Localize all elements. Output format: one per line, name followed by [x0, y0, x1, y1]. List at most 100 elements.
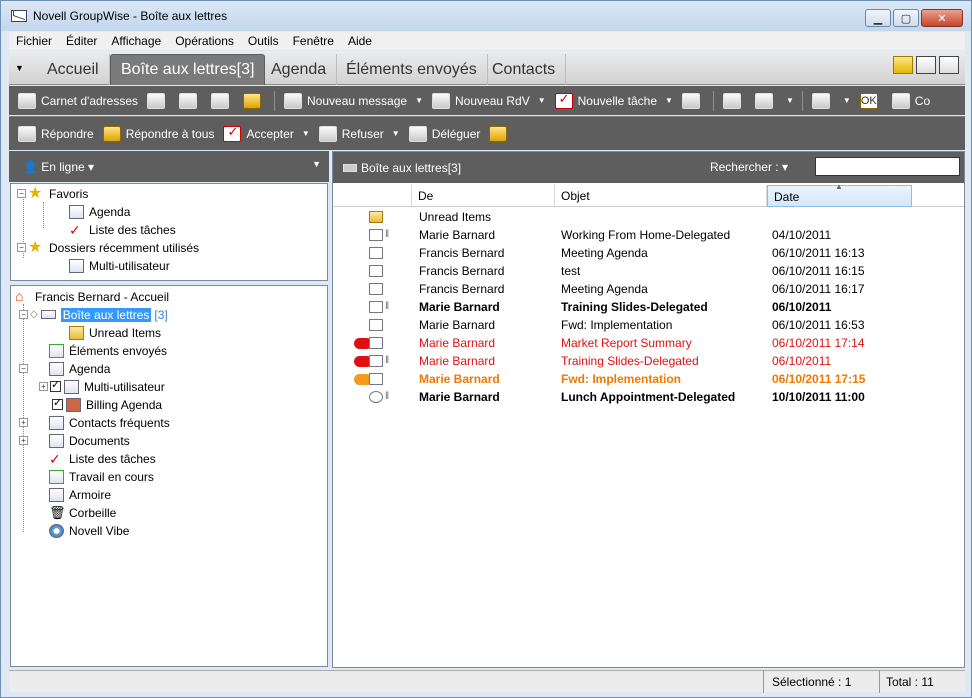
- co-button[interactable]: Co: [891, 92, 930, 109]
- menu-fenetre[interactable]: Fenêtre: [286, 34, 341, 48]
- favorite-agenda[interactable]: Agenda: [69, 203, 130, 220]
- new-window-icon[interactable]: [893, 56, 913, 74]
- find-button[interactable]: [211, 92, 234, 109]
- favorite-tasks[interactable]: ✓ Liste des tâches: [69, 221, 176, 238]
- collapse-icon[interactable]: −: [17, 243, 26, 252]
- work-in-progress-folder[interactable]: Travail en cours: [49, 468, 154, 485]
- table-row[interactable]: Marie Barnard Fwd: Implementation 06/10/20…: [333, 316, 964, 334]
- menu-outils[interactable]: Outils: [241, 34, 286, 48]
- table-row[interactable]: Francis Bernard Meeting Agenda 06/10/2011 …: [333, 244, 964, 262]
- tab-dropdown-icon[interactable]: ▼: [15, 63, 24, 73]
- home-folder[interactable]: ⌂ Francis Bernard - Accueil: [15, 288, 169, 305]
- mailbox-title: Boîte aux lettres[3]: [361, 160, 462, 175]
- recent-multi-user[interactable]: Multi-utilisateur: [69, 257, 170, 274]
- menu-aide[interactable]: Aide: [341, 34, 379, 48]
- ok-button[interactable]: OK: [859, 92, 883, 109]
- unread-items-folder[interactable]: Unread Items: [69, 324, 161, 341]
- maximize-button[interactable]: ▢: [893, 9, 919, 27]
- cabinet-folder[interactable]: Armoire: [49, 486, 111, 503]
- proxy-button[interactable]: [243, 92, 266, 109]
- table-row[interactable]: ǁ Marie Barnard Working From Home-Delegate…: [333, 226, 964, 244]
- row-from: Unread Items: [419, 210, 492, 224]
- table-row[interactable]: Francis Bernard Meeting Agenda 06/10/2011 …: [333, 280, 964, 298]
- search-input[interactable]: [815, 157, 960, 176]
- novell-vibe-folder[interactable]: Novell Vibe: [49, 522, 129, 539]
- tab-elements-envoyes[interactable]: Éléments envoyés: [336, 54, 488, 85]
- accept-button[interactable]: Accepter ▼: [223, 124, 310, 142]
- menu-affichage[interactable]: Affichage: [104, 34, 168, 48]
- reply-button[interactable]: Répondre: [18, 125, 94, 142]
- billing-checkbox[interactable]: [52, 396, 63, 410]
- column-from[interactable]: De: [412, 185, 555, 207]
- table-row[interactable]: Unread Items: [333, 208, 964, 226]
- table-row[interactable]: Marie Barnard Fwd: Implementation 06/10/20…: [333, 370, 964, 388]
- table-row[interactable]: Marie Barnard Market Report Summary 06/10/…: [333, 334, 964, 352]
- task-list-folder[interactable]: ✓ Liste des tâches: [49, 450, 156, 467]
- collapse-icon[interactable]: −: [17, 189, 26, 198]
- chevron-down-icon[interactable]: ▼: [302, 129, 310, 138]
- menu-editer[interactable]: Éditer: [59, 34, 104, 48]
- chevron-down-icon[interactable]: ▼: [538, 96, 546, 105]
- collapse-icon[interactable]: −: [19, 364, 28, 373]
- chevron-down-icon[interactable]: ▼: [786, 96, 794, 105]
- calendar-folder[interactable]: − Agenda: [19, 360, 110, 377]
- billing-calendar[interactable]: Billing Agenda: [52, 396, 162, 413]
- alarm-button[interactable]: [489, 125, 512, 142]
- menu-fichier[interactable]: Fichier: [9, 34, 59, 48]
- view-list-button[interactable]: [722, 92, 746, 109]
- close-button[interactable]: ✕: [921, 9, 963, 27]
- sent-items-folder[interactable]: Éléments envoyés: [49, 342, 167, 359]
- favorite-agenda-label: Agenda: [89, 204, 131, 219]
- recent-folders-node[interactable]: − ★ Dossiers récemment utilisés: [17, 239, 199, 256]
- chevron-down-icon[interactable]: ▼: [843, 96, 851, 105]
- frequent-contacts-folder[interactable]: + Contacts fréquents: [19, 414, 170, 431]
- trash-folder[interactable]: 🗑 Corbeille: [49, 504, 116, 521]
- table-row[interactable]: ǁ Marie Barnard Training Slides-Delegated 0…: [333, 352, 964, 370]
- documents-folder[interactable]: + Documents: [19, 432, 130, 449]
- tab-contacts[interactable]: Contacts: [482, 54, 567, 85]
- expand-icon[interactable]: +: [19, 418, 28, 427]
- unread-items-label: Unread Items: [89, 325, 162, 340]
- mailbox-folder[interactable]: − ◇ Boîte aux lettres [3]: [19, 306, 168, 323]
- row-subject: Meeting Agenda: [561, 282, 648, 296]
- tab-boite-aux-lettres[interactable]: Boîte aux lettres[3]: [110, 54, 266, 85]
- hand-icon: [891, 92, 910, 109]
- multi-user-calendar[interactable]: + Multi-utilisateur: [39, 378, 165, 395]
- contact-card-button[interactable]: [147, 92, 170, 109]
- expand-icon[interactable]: +: [39, 382, 48, 391]
- collapse-icon[interactable]: −: [19, 310, 28, 319]
- minimize-button[interactable]: ▁: [865, 9, 891, 27]
- new-note-button[interactable]: [681, 92, 705, 109]
- multi-user-checkbox[interactable]: [50, 378, 61, 392]
- table-row[interactable]: ǁ Marie Barnard Lunch Appointment-Delegate…: [333, 388, 964, 406]
- online-status[interactable]: 👤 En ligne ▾: [23, 160, 94, 174]
- detail-view-icon[interactable]: [939, 56, 959, 74]
- reply-icon: [18, 125, 36, 142]
- table-row[interactable]: ǁ Marie Barnard Training Slides-Delegated 0…: [333, 298, 964, 316]
- new-appointment-button[interactable]: Nouveau RdV ▼: [432, 92, 546, 109]
- column-headers: De Objet Date: [333, 185, 964, 207]
- view-grid-button[interactable]: ▼: [754, 92, 794, 109]
- chevron-down-icon[interactable]: ▼: [665, 96, 673, 105]
- expand-icon[interactable]: +: [19, 436, 28, 445]
- favorites-node[interactable]: − ★ Favoris: [17, 185, 88, 202]
- reply-all-button[interactable]: Répondre à tous: [102, 125, 214, 142]
- column-subject[interactable]: Objet: [555, 185, 767, 207]
- delegate-icon: [408, 125, 427, 142]
- tab-agenda[interactable]: Agenda: [261, 54, 338, 85]
- decline-button[interactable]: Refuser ▼: [318, 125, 400, 142]
- chevron-down-icon[interactable]: ▼: [392, 129, 400, 138]
- address-book-button[interactable]: Carnet d'adresses: [18, 92, 138, 109]
- chevron-down-icon[interactable]: ▼: [312, 159, 321, 169]
- calendar-view-button[interactable]: ▼: [811, 92, 851, 109]
- column-icons[interactable]: [333, 185, 412, 207]
- new-task-button[interactable]: Nouvelle tâche ▼: [554, 91, 673, 109]
- table-row[interactable]: Francis Bernard test 06/10/2011 16:15: [333, 262, 964, 280]
- print-button[interactable]: [179, 92, 202, 109]
- menu-operations[interactable]: Opérations: [168, 34, 241, 48]
- tab-accueil[interactable]: Accueil: [37, 54, 110, 85]
- chevron-down-icon[interactable]: ▼: [415, 96, 423, 105]
- delegate-button[interactable]: Déléguer: [408, 125, 480, 142]
- new-message-button[interactable]: Nouveau message ▼: [284, 92, 423, 109]
- list-view-icon[interactable]: [916, 56, 936, 74]
